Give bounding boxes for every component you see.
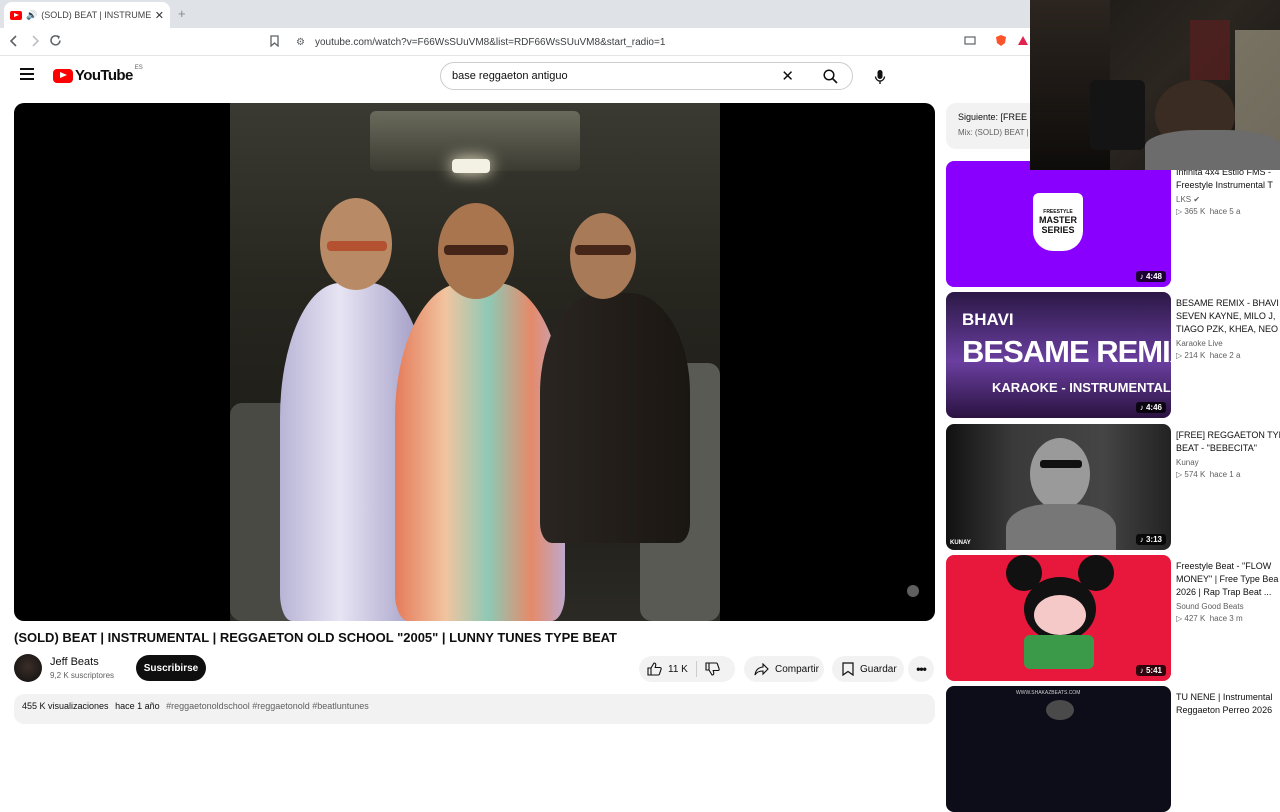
recommendation-title: TU NENE | Instrumental	[1176, 692, 1273, 702]
channel-name[interactable]: Jeff Beats	[50, 656, 99, 668]
url-text: youtube.com/watch?v=F66WsSUuVM8&list=RDF…	[314, 36, 666, 48]
channel-watermark-icon[interactable]	[907, 585, 919, 597]
save-icon	[842, 662, 854, 676]
browser-tab[interactable]: 🔊 (SOLD) BEAT | INSTRUMENTA ✕	[4, 2, 170, 28]
recommendation-title: BESAME REMIX - BHAVI	[1176, 298, 1279, 308]
site-settings-icon[interactable]: ⚙	[296, 37, 305, 48]
recommendation-item[interactable]: KUNAY ♪ 3:13 [FREE] REGGAETON TYP BEAT -…	[946, 424, 1280, 550]
dislike-button[interactable]	[697, 656, 728, 682]
recommendation-title: Reggaeton Perreo 2026	[1176, 705, 1273, 715]
recommendation-item[interactable]: BHAVI BESAME REMIX KARAOKE - INSTRUMENTA…	[946, 292, 1280, 418]
recommendation-title: Freestyle Instrumental T	[1176, 180, 1273, 190]
webcam-overlay	[1030, 0, 1280, 170]
youtube-header: YouTube ES base reggaeton antiguo ✕	[0, 56, 1030, 96]
clear-search-icon[interactable]: ✕	[781, 67, 794, 85]
duration-badge: ♪ 5:41	[1135, 665, 1166, 676]
search-button[interactable]	[808, 63, 852, 89]
search-icon	[823, 68, 838, 84]
search-box[interactable]: base reggaeton antiguo ✕	[440, 62, 853, 90]
brave-rewards-icon[interactable]	[1017, 35, 1029, 46]
back-icon[interactable]	[9, 35, 19, 47]
recommendation-title: MONEY" | Free Type Bea	[1176, 574, 1279, 584]
hashtags[interactable]: #reggaetonoldschool #reggaetonold #beatl…	[166, 701, 369, 711]
recommendation-item[interactable]: FREESTYLE MASTER SERIES ♪ 4:48 Infinita …	[946, 161, 1280, 287]
recommendation-meta: ▷ 427 K hace 3 m	[1176, 614, 1243, 623]
recommendation-title: BEAT - "BEBECITA"	[1176, 443, 1257, 453]
recommendation-title: TIAGO PZK, KHEA, NEO	[1176, 324, 1279, 334]
recommendation-title: 2026 | Rap Trap Beat ...	[1176, 587, 1272, 597]
verified-icon: ✔	[1193, 195, 1201, 204]
microphone-icon	[874, 70, 886, 84]
new-tab-icon[interactable]: +	[178, 6, 186, 21]
youtube-logo-icon	[53, 68, 73, 83]
channel-avatar[interactable]	[14, 654, 42, 682]
up-next-card[interactable]: Siguiente: [FREE Mix: (SOLD) BEAT |	[946, 103, 1036, 149]
channel-row: Jeff Beats 9,2 K suscriptores Suscribirs…	[14, 654, 934, 686]
recommendation-thumbnail[interactable]: WWW.SHAKAZBEATS.COM	[946, 686, 1171, 812]
recommendation-channel: Karaoke Live	[1176, 339, 1223, 348]
recommendation-thumbnail[interactable]: FREESTYLE MASTER SERIES ♪ 4:48	[946, 161, 1171, 287]
recommendation-channel: Sound Good Beats	[1176, 602, 1244, 611]
recommendation-thumbnail[interactable]: BHAVI BESAME REMIX KARAOKE - INSTRUMENTA…	[946, 292, 1171, 418]
recommendation-channel: LKS ✔	[1176, 195, 1201, 204]
more-actions-button[interactable]: •••	[908, 656, 934, 682]
voice-search-button[interactable]	[866, 63, 894, 91]
like-count: 11 K	[668, 663, 688, 675]
recommendation-item[interactable]: ♪ 5:41 Freestyle Beat - "FLOW MONEY" | F…	[946, 555, 1280, 681]
youtube-logo[interactable]: YouTube ES	[53, 64, 143, 84]
share-icon	[754, 662, 769, 675]
recommendation-title: [FREE] REGGAETON TYP	[1176, 430, 1280, 440]
bookmark-icon[interactable]	[270, 35, 279, 47]
youtube-favicon-icon	[10, 10, 22, 20]
recommendation-meta: ▷ 365 K hace 5 a	[1176, 207, 1241, 216]
speaker-icon[interactable]: 🔊	[26, 10, 37, 21]
recommendation-title: SEVEN KAYNE, MILO J,	[1176, 311, 1276, 321]
tab-title: (SOLD) BEAT | INSTRUMENTA	[41, 10, 151, 20]
video-player[interactable]	[14, 103, 935, 621]
recommendation-channel: Kunay	[1176, 458, 1199, 467]
thumbs-down-icon	[705, 662, 720, 676]
cast-icon[interactable]	[964, 36, 976, 46]
recommendation-title: Freestyle Beat - "FLOW	[1176, 561, 1272, 571]
subscribe-button[interactable]: Suscribirse	[136, 655, 206, 681]
like-dislike-group: 11 K	[639, 656, 735, 682]
thumbs-up-icon	[647, 662, 662, 676]
recommendation-thumbnail[interactable]: KUNAY ♪ 3:13	[946, 424, 1171, 550]
like-button[interactable]: 11 K	[639, 656, 696, 682]
share-button[interactable]: Compartir	[744, 656, 824, 682]
reload-icon[interactable]	[49, 34, 62, 47]
menu-icon[interactable]	[20, 68, 34, 80]
duration-badge: ♪ 4:48	[1135, 271, 1166, 282]
up-next-title: Siguiente: [FREE	[958, 112, 1028, 122]
search-input[interactable]: base reggaeton antiguo	[441, 70, 781, 82]
brave-shield-icon[interactable]	[995, 34, 1007, 47]
close-tab-icon[interactable]: ✕	[155, 9, 164, 22]
duration-badge: ♪ 3:13	[1135, 534, 1166, 545]
save-button[interactable]: Guardar	[832, 656, 904, 682]
address-bar[interactable]: ⚙ youtube.com/watch?v=F66WsSUuVM8&list=R…	[290, 31, 990, 53]
recommendation-item[interactable]: WWW.SHAKAZBEATS.COM TU NENE | Instrument…	[946, 686, 1280, 812]
recommendation-thumbnail[interactable]: ♪ 5:41	[946, 555, 1171, 681]
recommendation-meta: ▷ 214 K hace 2 a	[1176, 351, 1241, 360]
recommendation-meta: ▷ 574 K hace 1 a	[1176, 470, 1241, 479]
region-code: ES	[134, 64, 143, 71]
video-frame-image	[230, 103, 720, 621]
up-next-mix: Mix: (SOLD) BEAT |	[958, 128, 1029, 137]
view-count: 455 K visualizaciones	[22, 701, 109, 711]
upload-age: hace 1 año	[115, 701, 160, 711]
forward-icon[interactable]	[30, 35, 40, 47]
video-title: (SOLD) BEAT | INSTRUMENTAL | REGGAETON O…	[14, 630, 617, 645]
subscriber-count: 9,2 K suscriptores	[50, 671, 115, 680]
more-icon: •••	[916, 662, 927, 676]
duration-badge: ♪ 4:46	[1135, 402, 1166, 413]
